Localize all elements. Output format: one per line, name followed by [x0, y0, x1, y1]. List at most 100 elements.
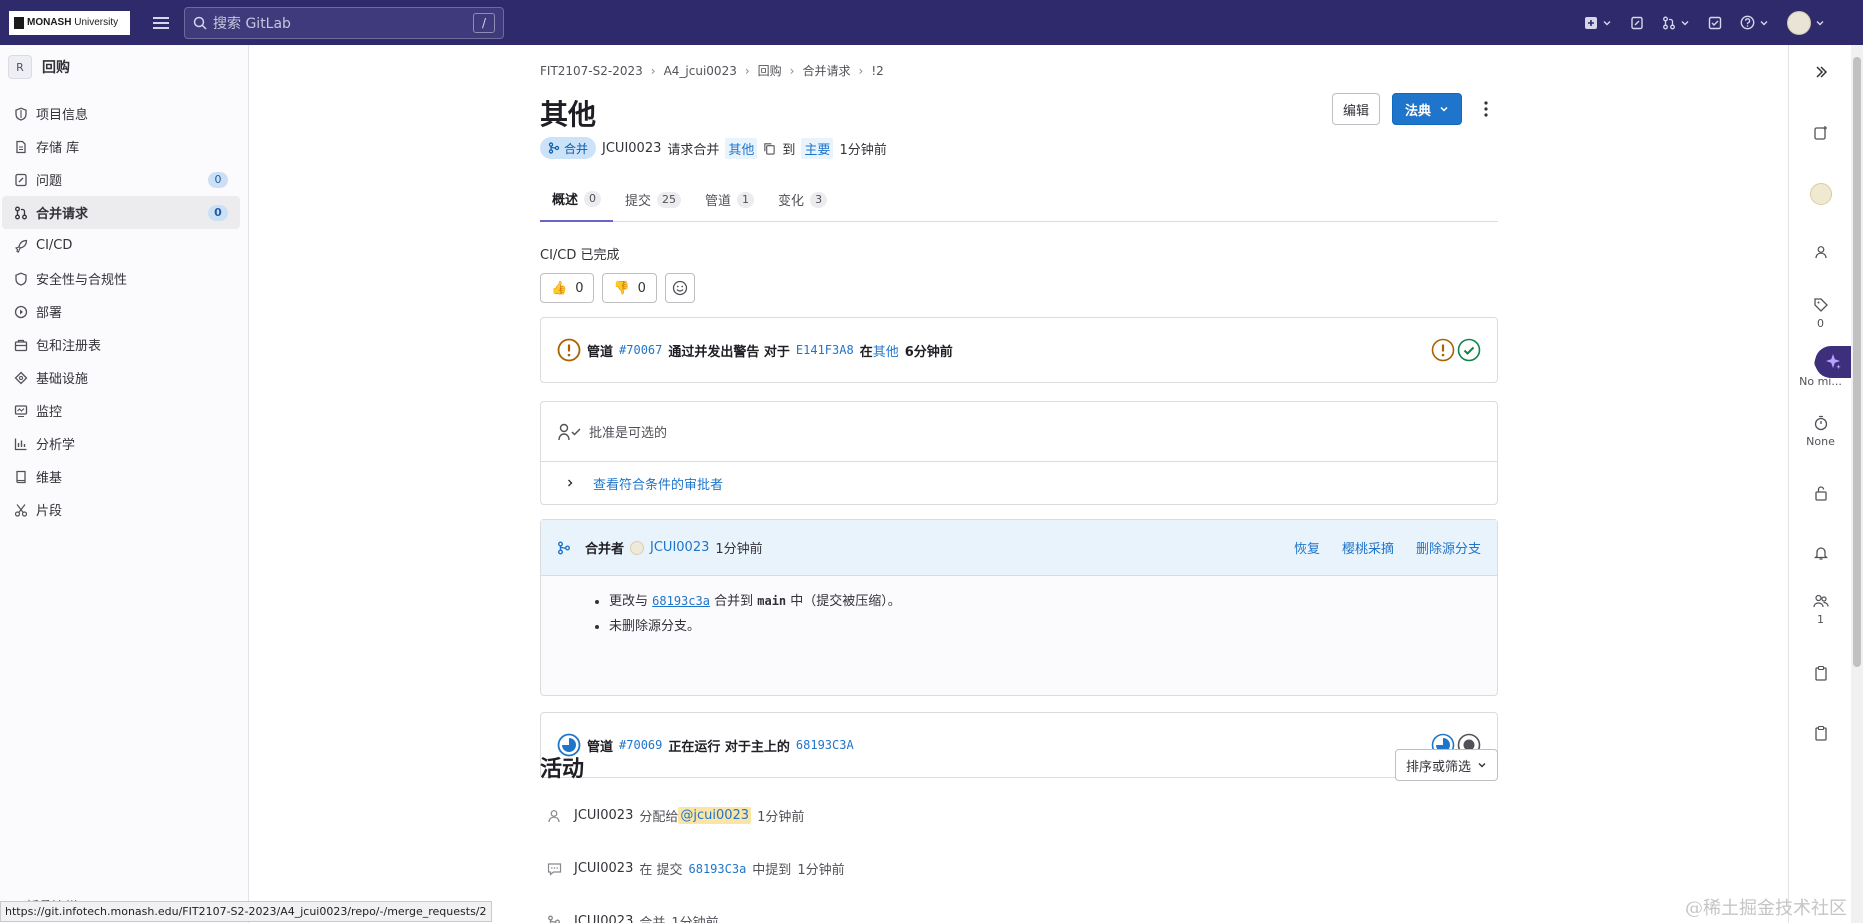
scrollbar-thumb[interactable]	[1853, 57, 1861, 667]
sidebar-item-repository[interactable]: 存储 库	[2, 130, 240, 163]
pipeline-id-link[interactable]: #70067	[619, 343, 662, 357]
target-branch-link[interactable]: 主要	[801, 137, 834, 159]
thumbs-up-count: 0	[575, 280, 584, 296]
tab-pipelines[interactable]: 管道 1	[693, 177, 766, 222]
todos-shortcut[interactable]	[1708, 16, 1722, 30]
breadcrumb-group[interactable]: FIT2107-S2-2023	[540, 64, 643, 78]
avatar[interactable]	[630, 540, 645, 555]
tab-changes[interactable]: 变化 3	[766, 177, 839, 222]
pipeline-prefix: 管道	[587, 344, 614, 360]
ai-assistant-button[interactable]	[1815, 346, 1851, 378]
add-reaction-button[interactable]	[664, 273, 695, 303]
delete-source-branch-button[interactable]: 删除源分支	[1416, 538, 1481, 557]
activity-time: 1分钟前	[757, 810, 805, 825]
activity-user-link[interactable]: JCUI0023	[574, 861, 633, 876]
assignee-avatar[interactable]	[1789, 183, 1852, 205]
commit-sha-link[interactable]: 68193C3A	[796, 738, 854, 752]
author-link[interactable]: JCUI0023	[602, 141, 661, 156]
clipboard-icon	[1814, 665, 1827, 681]
activity-user-link[interactable]: JCUI0023	[574, 914, 633, 923]
time-tracking-section[interactable]: None	[1789, 415, 1852, 448]
copy-reference-button[interactable]	[1789, 665, 1852, 681]
pipeline-id-link[interactable]: #70069	[619, 738, 662, 752]
chevron-down-icon	[1760, 20, 1768, 25]
sidebar-item-packages[interactable]: 包和注册表	[2, 328, 240, 361]
revert-button[interactable]: 恢复	[1294, 538, 1320, 557]
sidebar-item-deployments[interactable]: 部署	[2, 295, 240, 328]
breadcrumb-subgroup[interactable]: A4_jcui0023	[664, 64, 737, 78]
plus-square-icon	[1585, 16, 1597, 29]
pipeline-status-text: 通过并发出警告 对于	[668, 344, 790, 360]
thumbs-down-button[interactable]: 👎 0	[602, 273, 657, 303]
sidebar-item-monitor[interactable]: 监控	[2, 394, 240, 427]
copy-icon[interactable]	[763, 142, 776, 155]
sort-filter-dropdown[interactable]: 排序或筛选	[1394, 749, 1498, 781]
chevron-down-icon	[1478, 763, 1486, 768]
hamburger-menu-icon[interactable]	[150, 12, 172, 34]
cherry-pick-button[interactable]: 樱桃采摘	[1342, 538, 1394, 557]
sidebar-item-wiki[interactable]: 维基	[2, 460, 240, 493]
add-todo-button[interactable]	[1789, 125, 1852, 141]
code-dropdown-button[interactable]: 法典	[1391, 93, 1462, 125]
sidebar-item-security[interactable]: 安全性与合规性	[2, 262, 240, 295]
help-dropdown[interactable]	[1740, 15, 1769, 30]
sidebar-item-snippets[interactable]: 片段	[2, 493, 240, 526]
scrollbar[interactable]	[1851, 45, 1863, 923]
sort-filter-label: 排序或筛选	[1405, 759, 1471, 775]
project-header[interactable]: R 回购	[0, 45, 248, 89]
sidebar-item-infrastructure[interactable]: 基础设施	[2, 361, 240, 394]
tab-overview[interactable]: 概述 0	[540, 177, 614, 222]
activity-user-link[interactable]: JCUI0023	[574, 808, 633, 823]
sidebar-item-project-info[interactable]: 项目信息	[2, 97, 240, 130]
collapse-right-sidebar-button[interactable]	[1789, 65, 1852, 79]
create-new-dropdown[interactable]	[1584, 16, 1612, 30]
edit-button[interactable]: 编辑	[1331, 93, 1380, 125]
reviewer-section[interactable]	[1789, 245, 1852, 259]
info-icon	[15, 106, 27, 121]
status-badge-label: 合并	[564, 141, 589, 156]
chevron-down-icon	[1681, 20, 1689, 25]
sidebar-item-issues[interactable]: 问题 0	[2, 163, 240, 196]
breadcrumb-current[interactable]: !2	[871, 64, 883, 78]
breadcrumb-project[interactable]: 回购	[758, 62, 782, 79]
help-icon	[1740, 15, 1755, 30]
labels-section[interactable]: 0	[1789, 297, 1852, 330]
merge-commit-sha-link[interactable]: 68193c3a	[652, 594, 710, 608]
page-title: 其他	[540, 98, 597, 131]
branch-link[interactable]: 其他	[873, 341, 899, 360]
warning-status-icon[interactable]	[557, 338, 581, 362]
source-branch-link[interactable]: 其他	[725, 137, 758, 159]
sidebar-item-analytics[interactable]: 分析学	[2, 427, 240, 460]
view-approvers-toggle[interactable]: 查看符合条件的审批者	[541, 462, 1497, 504]
commit-sha-link[interactable]: 68193C3a	[689, 862, 747, 876]
sidebar-item-cicd[interactable]: CI/CD	[2, 229, 240, 262]
monitor-icon	[14, 404, 28, 417]
user-menu-dropdown[interactable]	[1787, 10, 1825, 35]
monash-logo[interactable]: MONASH University	[9, 10, 130, 35]
thumbs-up-button[interactable]: 👍 0	[540, 273, 595, 303]
merge-requests-dropdown[interactable]	[1662, 16, 1690, 30]
tab-label: 变化	[778, 194, 805, 209]
approvals-text: 批准是可选的	[589, 426, 668, 441]
copy-email-button[interactable]	[1789, 725, 1852, 741]
lock-discussion-section[interactable]	[1789, 485, 1852, 501]
breadcrumb-merge-requests[interactable]: 合并请求	[802, 62, 850, 79]
notifications-section[interactable]	[1789, 545, 1852, 561]
merged-by-user-link[interactable]: JCUI0023	[650, 540, 709, 555]
issues-shortcut[interactable]	[1630, 16, 1644, 30]
stage-success-icon[interactable]	[1457, 338, 1481, 362]
view-approvers-link[interactable]: 查看符合条件的审批者	[593, 474, 723, 493]
user-mention-link[interactable]: @jcui0023	[678, 807, 752, 824]
sidebar-item-merge-requests[interactable]: 合并请求 0	[2, 196, 240, 229]
breadcrumb-separator-icon: ›	[650, 63, 656, 78]
sidebar-nav: 项目信息 存储 库 问题 0 合并请求 0 CI/CD 安全性与合规性 部署 包…	[0, 97, 248, 526]
avatar	[1809, 183, 1832, 205]
more-actions-button[interactable]	[1474, 93, 1498, 125]
package-icon	[14, 339, 28, 351]
commit-sha-link[interactable]: E141F3A8	[796, 343, 854, 357]
participants-section[interactable]: 1	[1789, 593, 1852, 626]
tab-commits[interactable]: 提交 25	[613, 177, 693, 222]
stage-warning-icon[interactable]	[1431, 338, 1455, 362]
sidebar-item-label: 项目信息	[36, 108, 89, 123]
search-input[interactable]: 搜索 GitLab /	[184, 6, 504, 39]
